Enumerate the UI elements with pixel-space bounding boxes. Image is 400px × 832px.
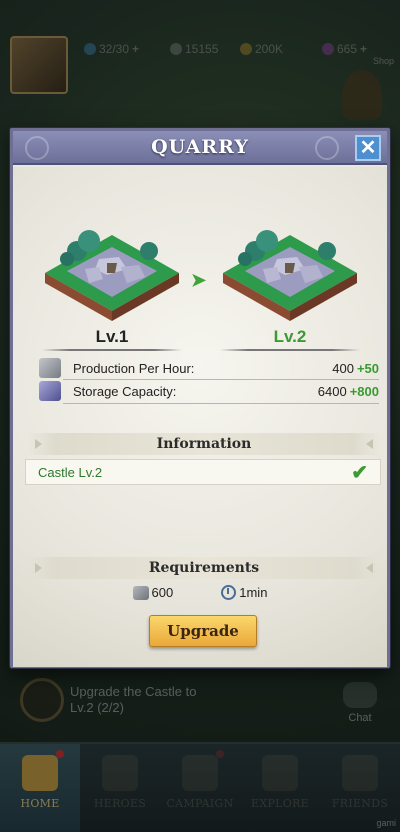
quarry-tile-icon xyxy=(45,230,179,321)
ornament-left-icon xyxy=(35,439,42,449)
dialog-title: QUARRY xyxy=(151,136,249,158)
ornament-right-icon xyxy=(366,439,373,449)
requirement-castle-item: Castle Lv.2 ✔ xyxy=(25,459,381,485)
quarry-level-1-image xyxy=(37,207,187,327)
checkmark-icon: ✔ xyxy=(351,461,368,484)
ornament-right-icon xyxy=(366,563,373,573)
level-arrow-icon: ➤ xyxy=(191,270,207,290)
quarry-tile-icon xyxy=(223,230,357,321)
game-screen: 32/30 + 15155 200K 665 + Shop Upgrade the … xyxy=(0,0,400,832)
time-cost: 1min xyxy=(221,585,267,600)
storage-icon xyxy=(39,381,61,401)
dialog-body: ➤ Lv.1 Lv.2 Production Per Hour: 400 +50… xyxy=(13,167,387,667)
information-header: Information xyxy=(27,433,381,455)
storage-stat-row: Storage Capacity: 6400 +800 xyxy=(39,380,379,402)
quarry-upgrade-dialog: QUARRY ✕ ➤ Lv.1 Lv.2 Production Per Hour… xyxy=(10,128,390,668)
close-button[interactable]: ✕ xyxy=(355,135,381,161)
ornament-left-icon xyxy=(35,563,42,573)
production-stat-row: Production Per Hour: 400 +50 xyxy=(39,357,379,379)
divider xyxy=(220,349,360,351)
quarry-level-2-image xyxy=(215,207,365,327)
divider xyxy=(42,349,182,351)
requirements-header: Requirements xyxy=(27,557,381,579)
stone-production-icon xyxy=(39,358,61,378)
stone-icon xyxy=(132,585,149,600)
next-level-label: Lv.2 xyxy=(215,327,365,351)
close-icon: ✕ xyxy=(359,137,377,159)
divider xyxy=(63,403,379,404)
dialog-header: QUARRY ✕ xyxy=(13,131,387,165)
clock-icon xyxy=(221,585,237,600)
swirl-ornament-icon xyxy=(25,136,49,160)
stone-cost: 600 xyxy=(132,585,173,600)
swirl-ornament-icon xyxy=(315,136,339,160)
current-level-label: Lv.1 xyxy=(37,327,187,351)
upgrade-button[interactable]: Upgrade xyxy=(149,615,257,647)
upgrade-cost-row: 600 1min xyxy=(13,585,387,600)
